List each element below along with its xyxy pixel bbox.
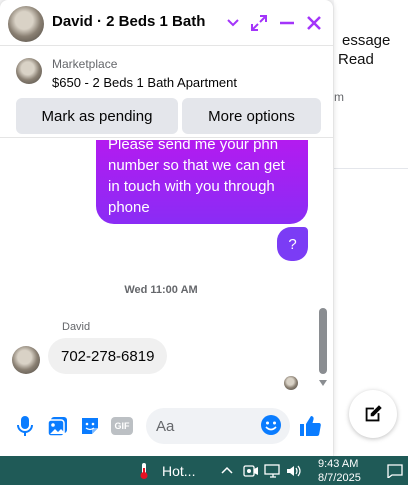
thermometer-icon[interactable] — [136, 462, 152, 480]
outgoing-message-bubble[interactable]: Please send me your phn number so that w… — [96, 140, 308, 224]
network-icon[interactable] — [264, 463, 282, 479]
background-divider — [334, 168, 408, 169]
microphone-icon[interactable] — [13, 414, 37, 438]
gif-label: GIF — [111, 417, 133, 435]
message-thread[interactable]: Please send me your phn number so that w… — [0, 140, 333, 396]
taskbar-clock-date[interactable]: 8/7/2025 — [318, 472, 361, 484]
background-text-message: essage — [342, 32, 391, 49]
sticker-icon[interactable] — [78, 414, 102, 438]
video-camera-icon[interactable] — [243, 463, 259, 479]
more-options-button[interactable]: More options — [182, 98, 321, 134]
chevron-up-icon[interactable] — [220, 463, 234, 477]
scrollbar-thumb[interactable] — [319, 308, 327, 374]
chat-header[interactable]: David · 2 Beds 1 Bath — [0, 0, 333, 46]
like-icon[interactable] — [298, 414, 322, 438]
listing-title[interactable]: $650 - 2 Beds 1 Bath Apartment — [52, 75, 237, 90]
listing-thumbnail[interactable] — [16, 58, 42, 84]
background-text-partial: m — [334, 90, 344, 104]
taskbar-clock-time[interactable]: 9:43 AM — [318, 458, 358, 470]
outgoing-message-line: phone — [108, 199, 150, 216]
compose-icon — [365, 405, 382, 422]
outgoing-message-line: in touch with you through — [108, 178, 275, 195]
contact-avatar[interactable] — [8, 6, 44, 42]
weather-widget-label[interactable]: Hot... — [162, 463, 195, 479]
marketplace-listing-banner: Marketplace $650 - 2 Beds 1 Bath Apartme… — [0, 48, 333, 138]
message-timestamp: Wed 11:00 AM — [124, 284, 198, 296]
outgoing-message-line: Please send me your phn — [108, 140, 279, 153]
close-icon[interactable] — [303, 12, 325, 34]
scroll-down-arrow-icon[interactable] — [318, 379, 328, 387]
chevron-down-icon[interactable] — [222, 12, 244, 34]
notifications-icon[interactable] — [387, 463, 403, 479]
new-message-button[interactable] — [349, 390, 397, 438]
chat-window: David · 2 Beds 1 Bath Marketplace $650 -… — [0, 0, 333, 456]
listing-source-label: Marketplace — [52, 57, 118, 71]
thread-scrollbar[interactable] — [318, 140, 328, 390]
emoji-icon[interactable] — [260, 414, 282, 436]
sender-avatar[interactable] — [12, 346, 40, 374]
read-receipt-avatar — [284, 376, 298, 390]
sender-name: David — [62, 321, 91, 333]
volume-icon[interactable] — [286, 463, 302, 479]
gif-icon[interactable]: GIF — [110, 414, 134, 438]
photo-icon[interactable] — [46, 414, 70, 438]
outgoing-message-line: number so that we can get — [108, 157, 285, 174]
mark-as-pending-button[interactable]: Mark as pending — [16, 98, 178, 134]
minimize-icon[interactable] — [276, 12, 298, 34]
message-composer: GIF — [0, 402, 333, 450]
outgoing-message-bubble-short[interactable]: ? — [277, 227, 308, 261]
incoming-message-bubble[interactable]: 702-278-6819 — [48, 338, 168, 374]
taskbar: Hot... 9:43 AM 8/7/2025 — [0, 456, 408, 485]
chat-title[interactable]: David · 2 Beds 1 Bath — [52, 13, 212, 30]
expand-icon[interactable] — [248, 12, 270, 34]
background-conversation-list: essage Read m — [334, 0, 408, 456]
background-text-read: Read — [338, 51, 374, 68]
